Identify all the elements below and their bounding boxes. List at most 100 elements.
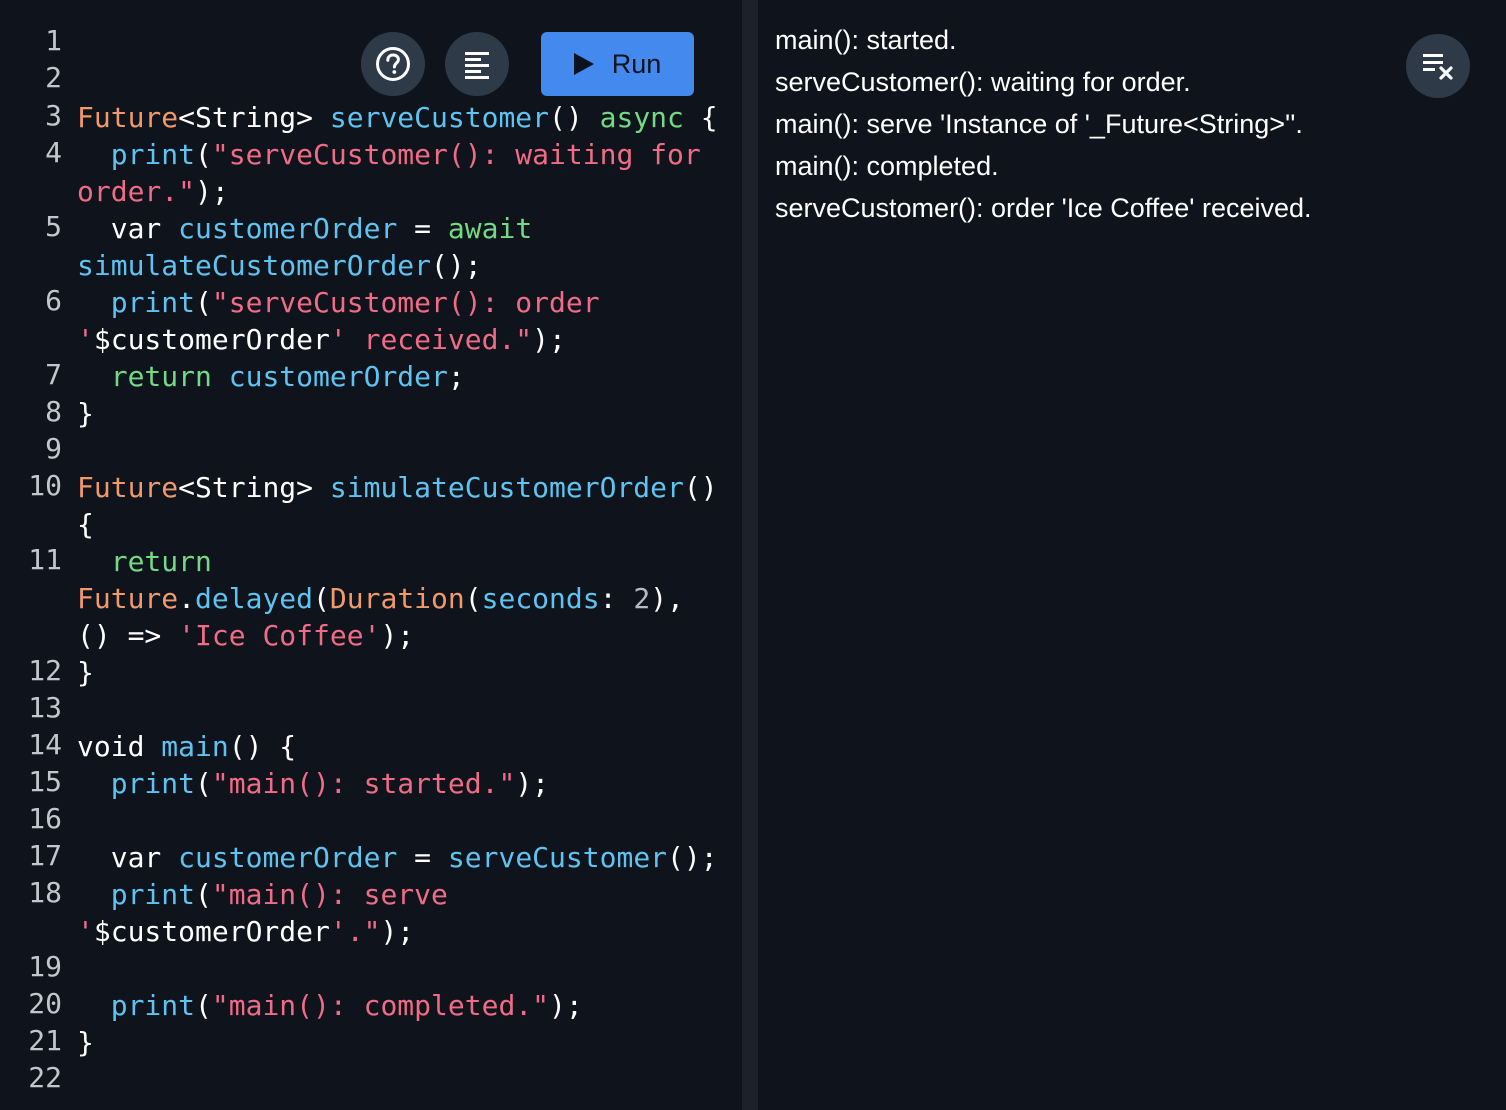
code-token: }	[77, 656, 94, 689]
code-token: ()	[683, 471, 718, 504]
code-line: print("main(): serve	[77, 876, 448, 913]
code-token: ();	[431, 249, 482, 282]
code-token: 2	[633, 582, 651, 615]
code-line: Future<String> serveCustomer() async {	[77, 99, 718, 136]
console-line: serveCustomer(): order 'Ice Coffee' rece…	[775, 193, 1312, 223]
clear-console-button[interactable]	[1406, 34, 1470, 98]
code-token: serveCustomer	[447, 841, 668, 874]
code-token: );	[549, 989, 583, 1022]
code-token: "main(): started."	[211, 767, 516, 800]
code-line: void main() {	[77, 728, 296, 765]
code-token: (	[464, 582, 482, 615]
code-line: {	[77, 506, 94, 543]
line-number: 21	[28, 1024, 62, 1057]
code-line: print("serveCustomer(): order	[77, 284, 600, 321]
line-number: 22	[28, 1061, 62, 1094]
code-token: '	[77, 915, 94, 948]
code-token: );	[532, 323, 566, 356]
code-line: Future.delayed(Duration(seconds: 2),	[77, 580, 684, 617]
code-token: return	[110, 545, 212, 578]
code-token: );	[380, 619, 415, 652]
code-line: print("serveCustomer(): waiting for	[77, 136, 701, 173]
code-token: $customerOrder	[93, 323, 330, 356]
help-circle-icon	[376, 47, 410, 81]
console-line: main(): started.	[775, 25, 957, 55]
format-align-icon	[465, 52, 489, 79]
code-token: );	[195, 175, 229, 208]
code-token: () =>	[77, 619, 179, 652]
code-line: print("main(): completed.");	[77, 987, 583, 1024]
play-icon	[573, 53, 594, 75]
pane-splitter[interactable]	[742, 0, 758, 1110]
clear-output-icon	[1423, 54, 1453, 80]
code-line: simulateCustomerOrder();	[77, 247, 482, 284]
code-token: (	[195, 989, 212, 1022]
console-line: main(): completed.	[775, 151, 999, 181]
code-token: .	[178, 582, 196, 615]
code-token: return	[110, 360, 212, 393]
line-number: 19	[28, 950, 62, 983]
code-token: customerOrder	[178, 212, 398, 245]
code-token: );	[380, 915, 415, 948]
line-number: 8	[45, 395, 62, 428]
code-token: await	[447, 212, 533, 245]
code-token: print	[110, 286, 196, 319]
line-number: 9	[45, 432, 62, 465]
run-button[interactable]: Run	[541, 32, 694, 96]
help-button[interactable]	[361, 32, 425, 96]
code-token: ;	[447, 360, 465, 393]
code-token: "main(): completed."	[211, 989, 550, 1022]
code-token: "serveCustomer(): order	[211, 286, 600, 319]
code-token: simulateCustomerOrder	[329, 471, 684, 504]
line-number: 10	[28, 469, 62, 502]
line-number: 16	[28, 802, 62, 835]
code-token: (	[195, 767, 212, 800]
code-line: print("main(): started.");	[77, 765, 549, 802]
code-token: '	[77, 323, 94, 356]
code-token: customerOrder	[178, 841, 398, 874]
code-token: (	[195, 138, 212, 171]
code-line: var customerOrder = serveCustomer();	[77, 839, 718, 876]
code-token: serveCustomer	[329, 101, 550, 134]
code-token: Duration	[329, 582, 465, 615]
code-token: <String>	[178, 101, 330, 134]
code-editor[interactable]: 1 2 3 4 5 6 7 8 9 10 11 12 13 14 15 16 1…	[0, 0, 742, 1110]
code-token: }	[77, 397, 94, 430]
code-token: Future	[77, 582, 179, 615]
code-line: }	[77, 654, 94, 691]
console-line: main(): serve 'Instance of '_Future<Stri…	[775, 109, 1303, 139]
code-token: (	[195, 286, 212, 319]
code-token: {	[683, 101, 718, 134]
code-token: print	[110, 138, 196, 171]
format-button[interactable]	[445, 32, 509, 96]
code-token: order."	[77, 175, 196, 208]
code-line: var customerOrder = await	[77, 210, 532, 247]
code-token: main	[161, 730, 229, 763]
code-token: 'Ice Coffee'	[178, 619, 381, 652]
code-token: var	[77, 212, 179, 245]
line-number: 20	[28, 987, 62, 1020]
code-token: }	[77, 1026, 94, 1059]
code-token: customerOrder	[228, 360, 448, 393]
code-token: "main(): serve	[211, 878, 448, 911]
line-number: 5	[45, 210, 62, 243]
line-number: 2	[45, 61, 62, 94]
line-number: 3	[45, 99, 62, 132]
line-number: 6	[45, 284, 62, 317]
code-token: {	[77, 508, 94, 541]
line-number: 18	[28, 876, 62, 909]
code-token: ();	[667, 841, 718, 874]
code-line: () => 'Ice Coffee');	[77, 617, 414, 654]
code-line: return customerOrder;	[77, 358, 465, 395]
code-token: print	[110, 878, 196, 911]
code-token: delayed	[195, 582, 314, 615]
code-token: seconds	[481, 582, 600, 615]
console-line: serveCustomer(): waiting for order.	[775, 67, 1191, 97]
code-token: ()	[549, 101, 600, 134]
code-token: $customerOrder	[93, 915, 330, 948]
